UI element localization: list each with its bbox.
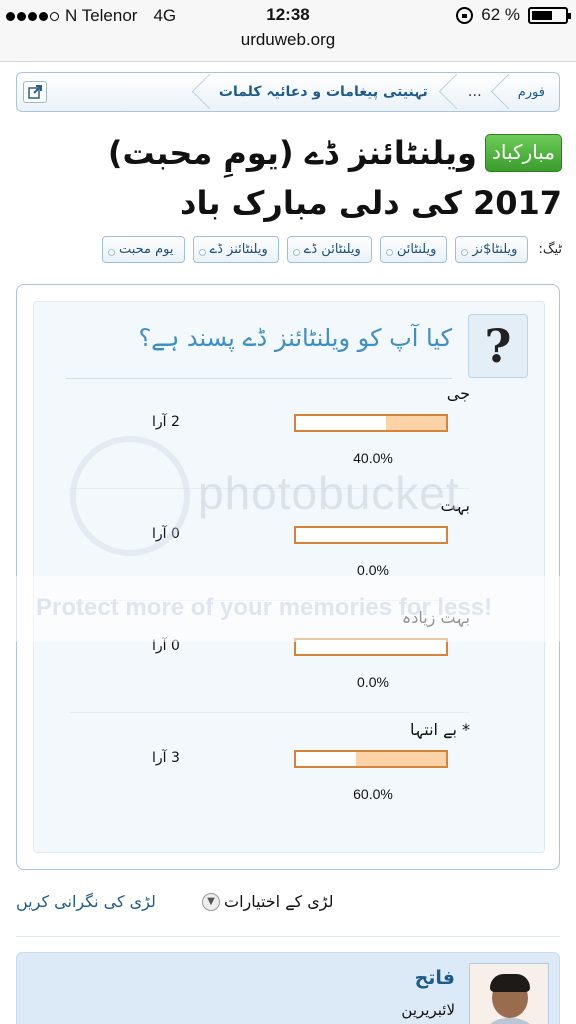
poll-option-percent: 0.0% (357, 674, 389, 690)
poll-container: ? کیا آپ کو ویلنٹائنز ڈے پسند ہے؟ جی 2 آر… (16, 284, 560, 870)
divider (70, 712, 470, 713)
poll-option-label: بہت (440, 496, 470, 515)
thread-options-button[interactable]: لڑی کے اختیارات ▼ (202, 892, 334, 911)
poll-option-votes: 2 آرا (152, 414, 180, 430)
divider (16, 936, 560, 937)
battery-percent: 62 % (481, 5, 520, 24)
divider (66, 378, 452, 379)
watch-thread-link[interactable]: لڑی کی نگرانی کریں (16, 892, 156, 911)
breadcrumb-item-category[interactable]: تہنیتی پیغامات و دعائیہ کلمات (203, 73, 450, 111)
tag-list: ٹیگ: ویلنٹا$نز ویلنٹائن ویلنٹائن ڈے ویلن… (16, 236, 562, 263)
poll-option-label: بہت زیادہ (401, 608, 470, 627)
browser-top-bar: N Telenor 4G 12:38 62 % urduweb.org (0, 0, 576, 62)
question-mark-icon: ? (468, 314, 528, 378)
breadcrumb: فورم … تہنیتی پیغامات و دعائیہ کلمات (16, 72, 560, 112)
tag-item[interactable]: ویلنٹائن ڈے (286, 236, 372, 263)
breadcrumb-item-more[interactable]: … (450, 73, 502, 111)
poll-option-label: جی (446, 384, 470, 403)
poll-results: ? کیا آپ کو ویلنٹائنز ڈے پسند ہے؟ جی 2 آر… (33, 301, 545, 853)
poll-result-bar (294, 638, 448, 656)
poll-option-percent: 40.0% (353, 450, 393, 466)
tag-item[interactable]: یوم محبت (101, 236, 185, 263)
poll-option-label: * بے انتہا (410, 720, 470, 739)
divider (70, 488, 470, 489)
poll-result-bar (294, 414, 448, 432)
poll-result-fill (356, 752, 446, 766)
poll-option-votes: 0 آرا (152, 526, 180, 542)
page-title: مبارکبادویلنٹائنز ڈے (یومِ محبت) 2017 کی… (16, 128, 562, 228)
url-bar[interactable]: urduweb.org (0, 30, 576, 50)
thread-options-label: لڑی کے اختیارات (224, 892, 334, 911)
poll-result-fill (386, 416, 446, 430)
breadcrumb-item-forum[interactable]: فورم (502, 73, 559, 111)
poll-result-bar (294, 526, 448, 544)
thread-tools: لڑی کی نگرانی کریں لڑی کے اختیارات ▼ (16, 888, 562, 918)
poll-option-percent: 60.0% (353, 786, 393, 802)
tag-item[interactable]: ویلنٹائنز ڈے (192, 236, 279, 263)
external-link-icon[interactable] (23, 81, 47, 103)
poll-question: کیا آپ کو ویلنٹائنز ڈے پسند ہے؟ (138, 324, 452, 352)
thread-prefix-badge[interactable]: مبارکباد (484, 134, 562, 172)
status-bar: N Telenor 4G 12:38 62 % (0, 0, 576, 30)
post-user-title: لائبریرین (401, 1001, 455, 1019)
tags-label: ٹیگ: (538, 242, 562, 257)
poll-option-votes: 3 آرا (152, 750, 180, 766)
tag-item[interactable]: ویلنٹا$نز (455, 236, 529, 263)
poll-option-percent: 0.0% (357, 562, 389, 578)
tag-item[interactable]: ویلنٹائن (379, 236, 448, 263)
poll-result-bar (294, 750, 448, 768)
post-username[interactable]: فاتح (415, 967, 455, 989)
chevron-down-icon: ▼ (202, 892, 220, 911)
battery-icon (528, 6, 571, 24)
avatar[interactable] (469, 963, 549, 1024)
post-card: فاتح لائبریرین (16, 952, 560, 1024)
divider (70, 600, 470, 601)
poll-option-votes: 0 آرا (152, 638, 180, 654)
rotation-lock-icon (456, 6, 474, 24)
